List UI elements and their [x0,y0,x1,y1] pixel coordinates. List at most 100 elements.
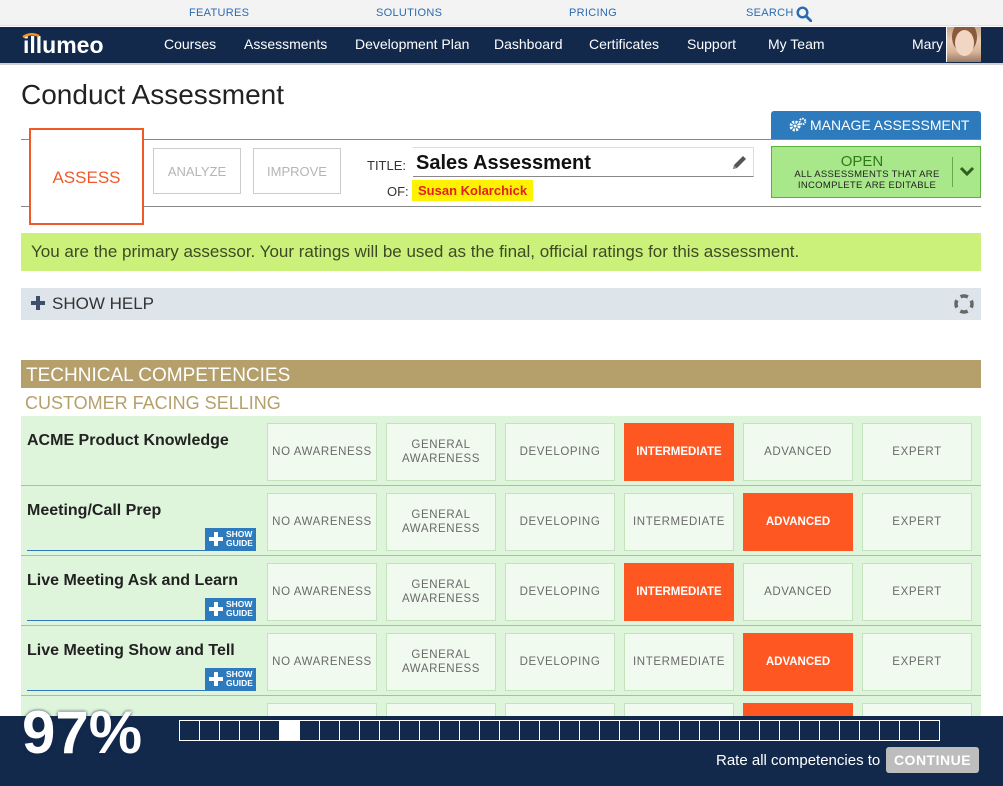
progress-box[interactable] [359,720,380,741]
tab-assess[interactable]: ASSESS [29,128,144,225]
progress-box[interactable] [199,720,220,741]
progress-box[interactable] [319,720,340,741]
avatar[interactable] [946,27,981,62]
progress-box[interactable] [419,720,440,741]
rating-option[interactable]: INTERMEDIATE [624,423,734,481]
continue-button[interactable]: CONTINUE [886,747,979,773]
rating-option[interactable]: NO AWARENESS [267,563,377,621]
progress-box[interactable] [519,720,540,741]
rating-option[interactable]: INTERMEDIATE [624,493,734,551]
nav-certificates[interactable]: Certificates [589,36,659,52]
rating-option[interactable]: GENERAL AWARENESS [386,633,496,691]
manage-assessment-button[interactable]: MANAGE ASSESSMENT [771,111,981,139]
nav-my-team[interactable]: My Team [768,36,825,52]
rating-option[interactable]: ADVANCED [743,563,853,621]
rate-all-text: Rate all competencies to [716,752,881,769]
rating-option[interactable]: ADVANCED [743,423,853,481]
rating-option[interactable]: DEVELOPING [505,493,615,551]
rating-option[interactable]: INTERMEDIATE [624,563,734,621]
show-guide-button[interactable]: SHOW GUIDE [205,528,256,551]
progress-box[interactable] [859,720,880,741]
show-guide-label: SHOW GUIDE [226,599,253,618]
progress-box[interactable] [259,720,280,741]
nav-dashboard[interactable]: Dashboard [494,36,563,52]
progress-box[interactable] [279,720,300,741]
progress-box[interactable] [439,720,460,741]
rating-option[interactable]: EXPERT [862,563,972,621]
rating-option[interactable]: GENERAL AWARENESS [386,493,496,551]
rating-option[interactable]: EXPERT [862,633,972,691]
progress-box[interactable] [619,720,640,741]
rating-option[interactable]: DEVELOPING [505,633,615,691]
progress-box[interactable] [659,720,680,741]
progress-box[interactable] [599,720,620,741]
illumeo-logo[interactable]: illumeo [21,31,111,59]
progress-box[interactable] [759,720,780,741]
progress-box[interactable] [679,720,700,741]
nav-development-plan[interactable]: Development Plan [355,36,469,52]
rating-option[interactable]: INTERMEDIATE [624,703,734,716]
progress-box[interactable] [479,720,500,741]
progress-box[interactable] [739,720,760,741]
rating-option[interactable]: GENERAL AWARENESS [386,703,496,716]
progress-box[interactable] [559,720,580,741]
progress-box[interactable] [719,720,740,741]
nav-courses[interactable]: Courses [164,36,216,52]
progress-box[interactable] [639,720,660,741]
search-icon[interactable] [796,6,812,22]
rating-option[interactable]: INTERMEDIATE [624,633,734,691]
features-link[interactable]: FEATURES [189,7,249,19]
rating-option[interactable]: ADVANCED [743,703,853,716]
progress-box[interactable] [819,720,840,741]
search-link[interactable]: SEARCH [746,7,794,19]
rating-option[interactable]: DEVELOPING [505,703,615,716]
user-name[interactable]: Mary [912,36,943,52]
progress-box[interactable] [899,720,920,741]
progress-box[interactable] [839,720,860,741]
progress-box[interactable] [239,720,260,741]
progress-box[interactable] [539,720,560,741]
nav-assessments[interactable]: Assessments [244,36,327,52]
progress-box[interactable] [919,720,940,741]
rating-option[interactable]: EXPERT [862,493,972,551]
assessment-title-field[interactable]: Sales Assessment [413,147,754,177]
rating-option[interactable]: EXPERT [862,423,972,481]
progress-box[interactable] [579,720,600,741]
rating-option[interactable]: EXPERT [862,703,972,716]
rating-option[interactable]: ADVANCED [743,493,853,551]
show-guide-button[interactable]: SHOW GUIDE [205,598,256,621]
progress-box[interactable] [399,720,420,741]
lifebuoy-icon[interactable] [954,294,974,314]
progress-box[interactable] [219,720,240,741]
progress-box[interactable] [179,720,200,741]
progress-box[interactable] [339,720,360,741]
status-note: ALL ASSESSMENTS THAT ARE INCOMPLETE ARE … [794,169,940,191]
tab-analyze[interactable]: ANALYZE [153,148,241,194]
rating-option[interactable]: GENERAL AWARENESS [386,563,496,621]
pricing-link[interactable]: PRICING [569,7,617,19]
rating-option[interactable]: DEVELOPING [505,423,615,481]
progress-box[interactable] [779,720,800,741]
progress-box[interactable] [879,720,900,741]
show-guide-button[interactable]: SHOW GUIDE [205,668,256,691]
rating-option[interactable]: GENERAL AWARENESS [386,423,496,481]
solutions-link[interactable]: SOLUTIONS [376,7,442,19]
tab-improve[interactable]: IMPROVE [253,148,341,194]
progress-box[interactable] [299,720,320,741]
pencil-icon[interactable] [731,154,748,171]
rating-option[interactable]: NO AWARENESS [267,423,377,481]
nav-support[interactable]: Support [687,36,736,52]
rating-option[interactable]: DEVELOPING [505,563,615,621]
rating-option[interactable]: NO AWARENESS [267,633,377,691]
show-help-bar[interactable]: SHOW HELP [21,288,981,320]
chevron-down-icon[interactable] [952,157,980,187]
progress-box[interactable] [799,720,820,741]
progress-box[interactable] [699,720,720,741]
rating-option[interactable]: ADVANCED [743,633,853,691]
rating-option[interactable]: NO AWARENESS [267,703,377,716]
progress-box[interactable] [379,720,400,741]
progress-box[interactable] [499,720,520,741]
status-dropdown[interactable]: OPEN ALL ASSESSMENTS THAT ARE INCOMPLETE… [771,146,981,198]
progress-box[interactable] [459,720,480,741]
rating-option[interactable]: NO AWARENESS [267,493,377,551]
